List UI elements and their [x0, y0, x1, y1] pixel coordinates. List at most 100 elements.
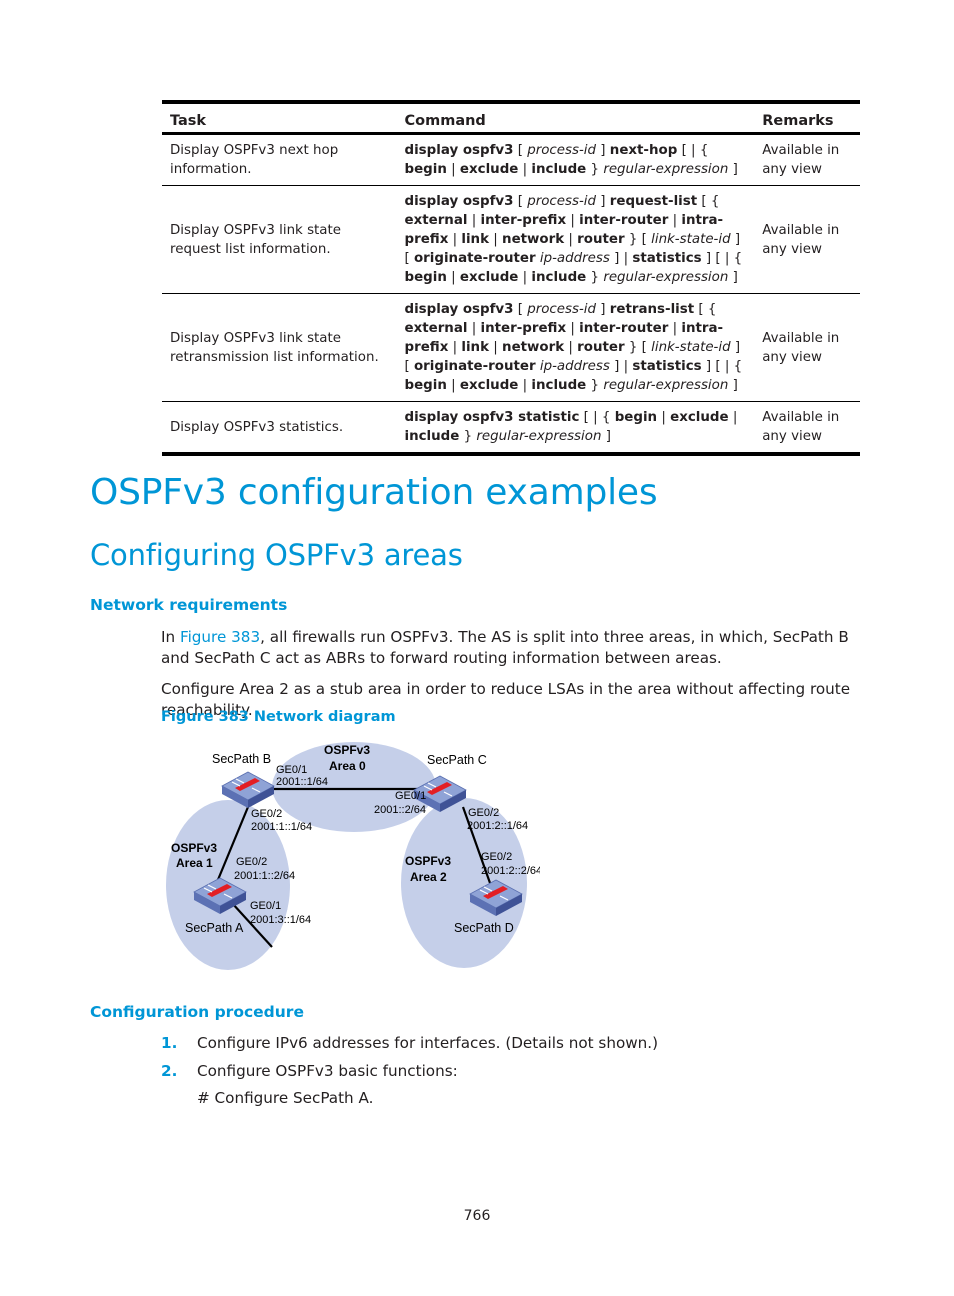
interface-label: GE0/2 [251, 808, 282, 820]
command-argument: regular-expression [476, 429, 602, 444]
command-argument: regular-expression [603, 378, 729, 393]
command-argument: process-id [527, 143, 597, 158]
interface-address: 2001:2::1/64 [467, 820, 528, 832]
interface-address: 2001:1::2/64 [234, 870, 295, 882]
command-syntax: ] [596, 194, 610, 209]
interface-address: 2001::1/64 [276, 776, 328, 788]
area-0-label-1: OSPFv3 [324, 743, 370, 757]
header-remarks: Remarks [754, 102, 860, 135]
command-syntax: [ [513, 302, 528, 317]
device-label-a: SecPath A [185, 921, 244, 935]
command-keyword: display ospfv3 [404, 194, 514, 209]
command-syntax: | [657, 410, 671, 425]
command-keyword: begin [404, 162, 447, 177]
command-syntax: [ { [697, 194, 720, 209]
command-keyword: router [577, 232, 625, 247]
command-argument: regular-expression [603, 270, 729, 285]
command-syntax: | [518, 270, 532, 285]
command-keyword: inter-prefix [480, 321, 567, 336]
command-syntax: ] [596, 302, 610, 317]
command-keyword: network [502, 340, 565, 355]
command-syntax: ] | [609, 251, 633, 266]
interface-label: GE0/1 [276, 764, 307, 776]
command-keyword: network [502, 232, 565, 247]
figure-link[interactable]: Figure 383 [180, 628, 260, 646]
command-argument: process-id [527, 302, 597, 317]
command-syntax: } [586, 378, 604, 393]
step-number: 2. [161, 1062, 178, 1080]
page-number: 766 [463, 1208, 491, 1224]
interface-address: 2001:1::1/64 [251, 821, 312, 833]
command-syntax: } [586, 162, 604, 177]
device-label-c: SecPath C [427, 753, 487, 767]
interface-label: GE0/1 [395, 790, 426, 802]
command-syntax: | [489, 232, 503, 247]
command-syntax: | [446, 162, 460, 177]
command-syntax: | [566, 213, 580, 228]
command-syntax: } [ [624, 232, 652, 247]
command-keyword: display ospfv3 [404, 302, 514, 317]
command-keyword: include [531, 162, 587, 177]
command-syntax: ] [601, 429, 611, 444]
command-syntax: ] [ | { [701, 251, 743, 266]
command-keyword: begin [404, 270, 447, 285]
command-argument: process-id [527, 194, 597, 209]
interface-address: 2001:3::1/64 [250, 914, 311, 926]
command-keyword: include [531, 378, 587, 393]
command-keyword: inter-router [579, 213, 669, 228]
command-keyword: exclude [670, 410, 729, 425]
command-syntax: [ | { [677, 143, 709, 158]
area-2-label-2: Area 2 [410, 870, 447, 884]
area-1-label-1: OSPFv3 [171, 841, 217, 855]
command-syntax: | [467, 321, 481, 336]
command-syntax: ] [728, 162, 738, 177]
step-number: 1. [161, 1034, 178, 1052]
command-syntax: ] [728, 270, 738, 285]
command-cell: display ospfv3 [ process-id ] retrans-li… [396, 293, 755, 402]
command-keyword: external [404, 213, 468, 228]
command-keyword: begin [614, 410, 658, 425]
table-row: Display OSPFv3 link state retransmission… [162, 293, 860, 402]
command-syntax: | [728, 410, 738, 425]
command-keyword: originate-router [413, 251, 536, 266]
command-keyword: external [404, 321, 468, 336]
figure-caption: Figure 383 Network diagram [161, 709, 396, 725]
interface-address: 2001::2/64 [374, 804, 426, 816]
interface-label: GE0/2 [468, 807, 499, 819]
interface-label: GE0/1 [250, 900, 281, 912]
command-keyword: statistics [632, 251, 702, 266]
command-syntax: | [489, 340, 503, 355]
command-keyword: include [404, 429, 460, 444]
command-syntax: ] | [609, 359, 633, 374]
document-page: Task Command Remarks Display OSPFv3 next… [0, 0, 954, 1296]
command-keyword: statistics [632, 359, 702, 374]
remarks-cell: Available in any view [754, 185, 860, 294]
command-keyword: originate-router [413, 359, 536, 374]
command-argument: link-state-id [651, 232, 731, 247]
device-label-d: SecPath D [454, 921, 514, 935]
command-argument: ip-address [539, 359, 610, 374]
table-row: Display OSPFv3 statistics. display ospfv… [162, 401, 860, 456]
command-keyword: link [461, 340, 489, 355]
text: In [161, 628, 180, 646]
task-cell: Display OSPFv3 next hop information. [162, 133, 397, 186]
command-keyword: exclude [459, 162, 519, 177]
command-argument: link-state-id [651, 340, 731, 355]
network-requirements-heading: Network requirements [90, 596, 288, 614]
command-keyword: inter-router [579, 321, 669, 336]
step-text: Configure IPv6 addresses for interfaces.… [197, 1034, 659, 1052]
command-keyword: link [461, 232, 489, 247]
table-row: Display OSPFv3 link state request list i… [162, 185, 860, 294]
command-syntax: | [446, 270, 460, 285]
interface-label: GE0/2 [236, 856, 267, 868]
command-keyword: include [531, 270, 587, 285]
table-row: Display OSPFv3 next hop information. dis… [162, 133, 860, 186]
area-2-label-1: OSPFv3 [405, 854, 451, 868]
interface-address: 2001:2::2/64 [481, 865, 540, 877]
text: , all firewalls run OSPFv3. The AS is sp… [161, 628, 849, 667]
command-syntax: | [564, 340, 578, 355]
task-cell: Display OSPFv3 statistics. [162, 401, 397, 456]
command-keyword: display ospfv3 statistic [404, 410, 580, 425]
task-cell: Display OSPFv3 link state retransmission… [162, 293, 397, 402]
command-syntax: ] [728, 378, 738, 393]
